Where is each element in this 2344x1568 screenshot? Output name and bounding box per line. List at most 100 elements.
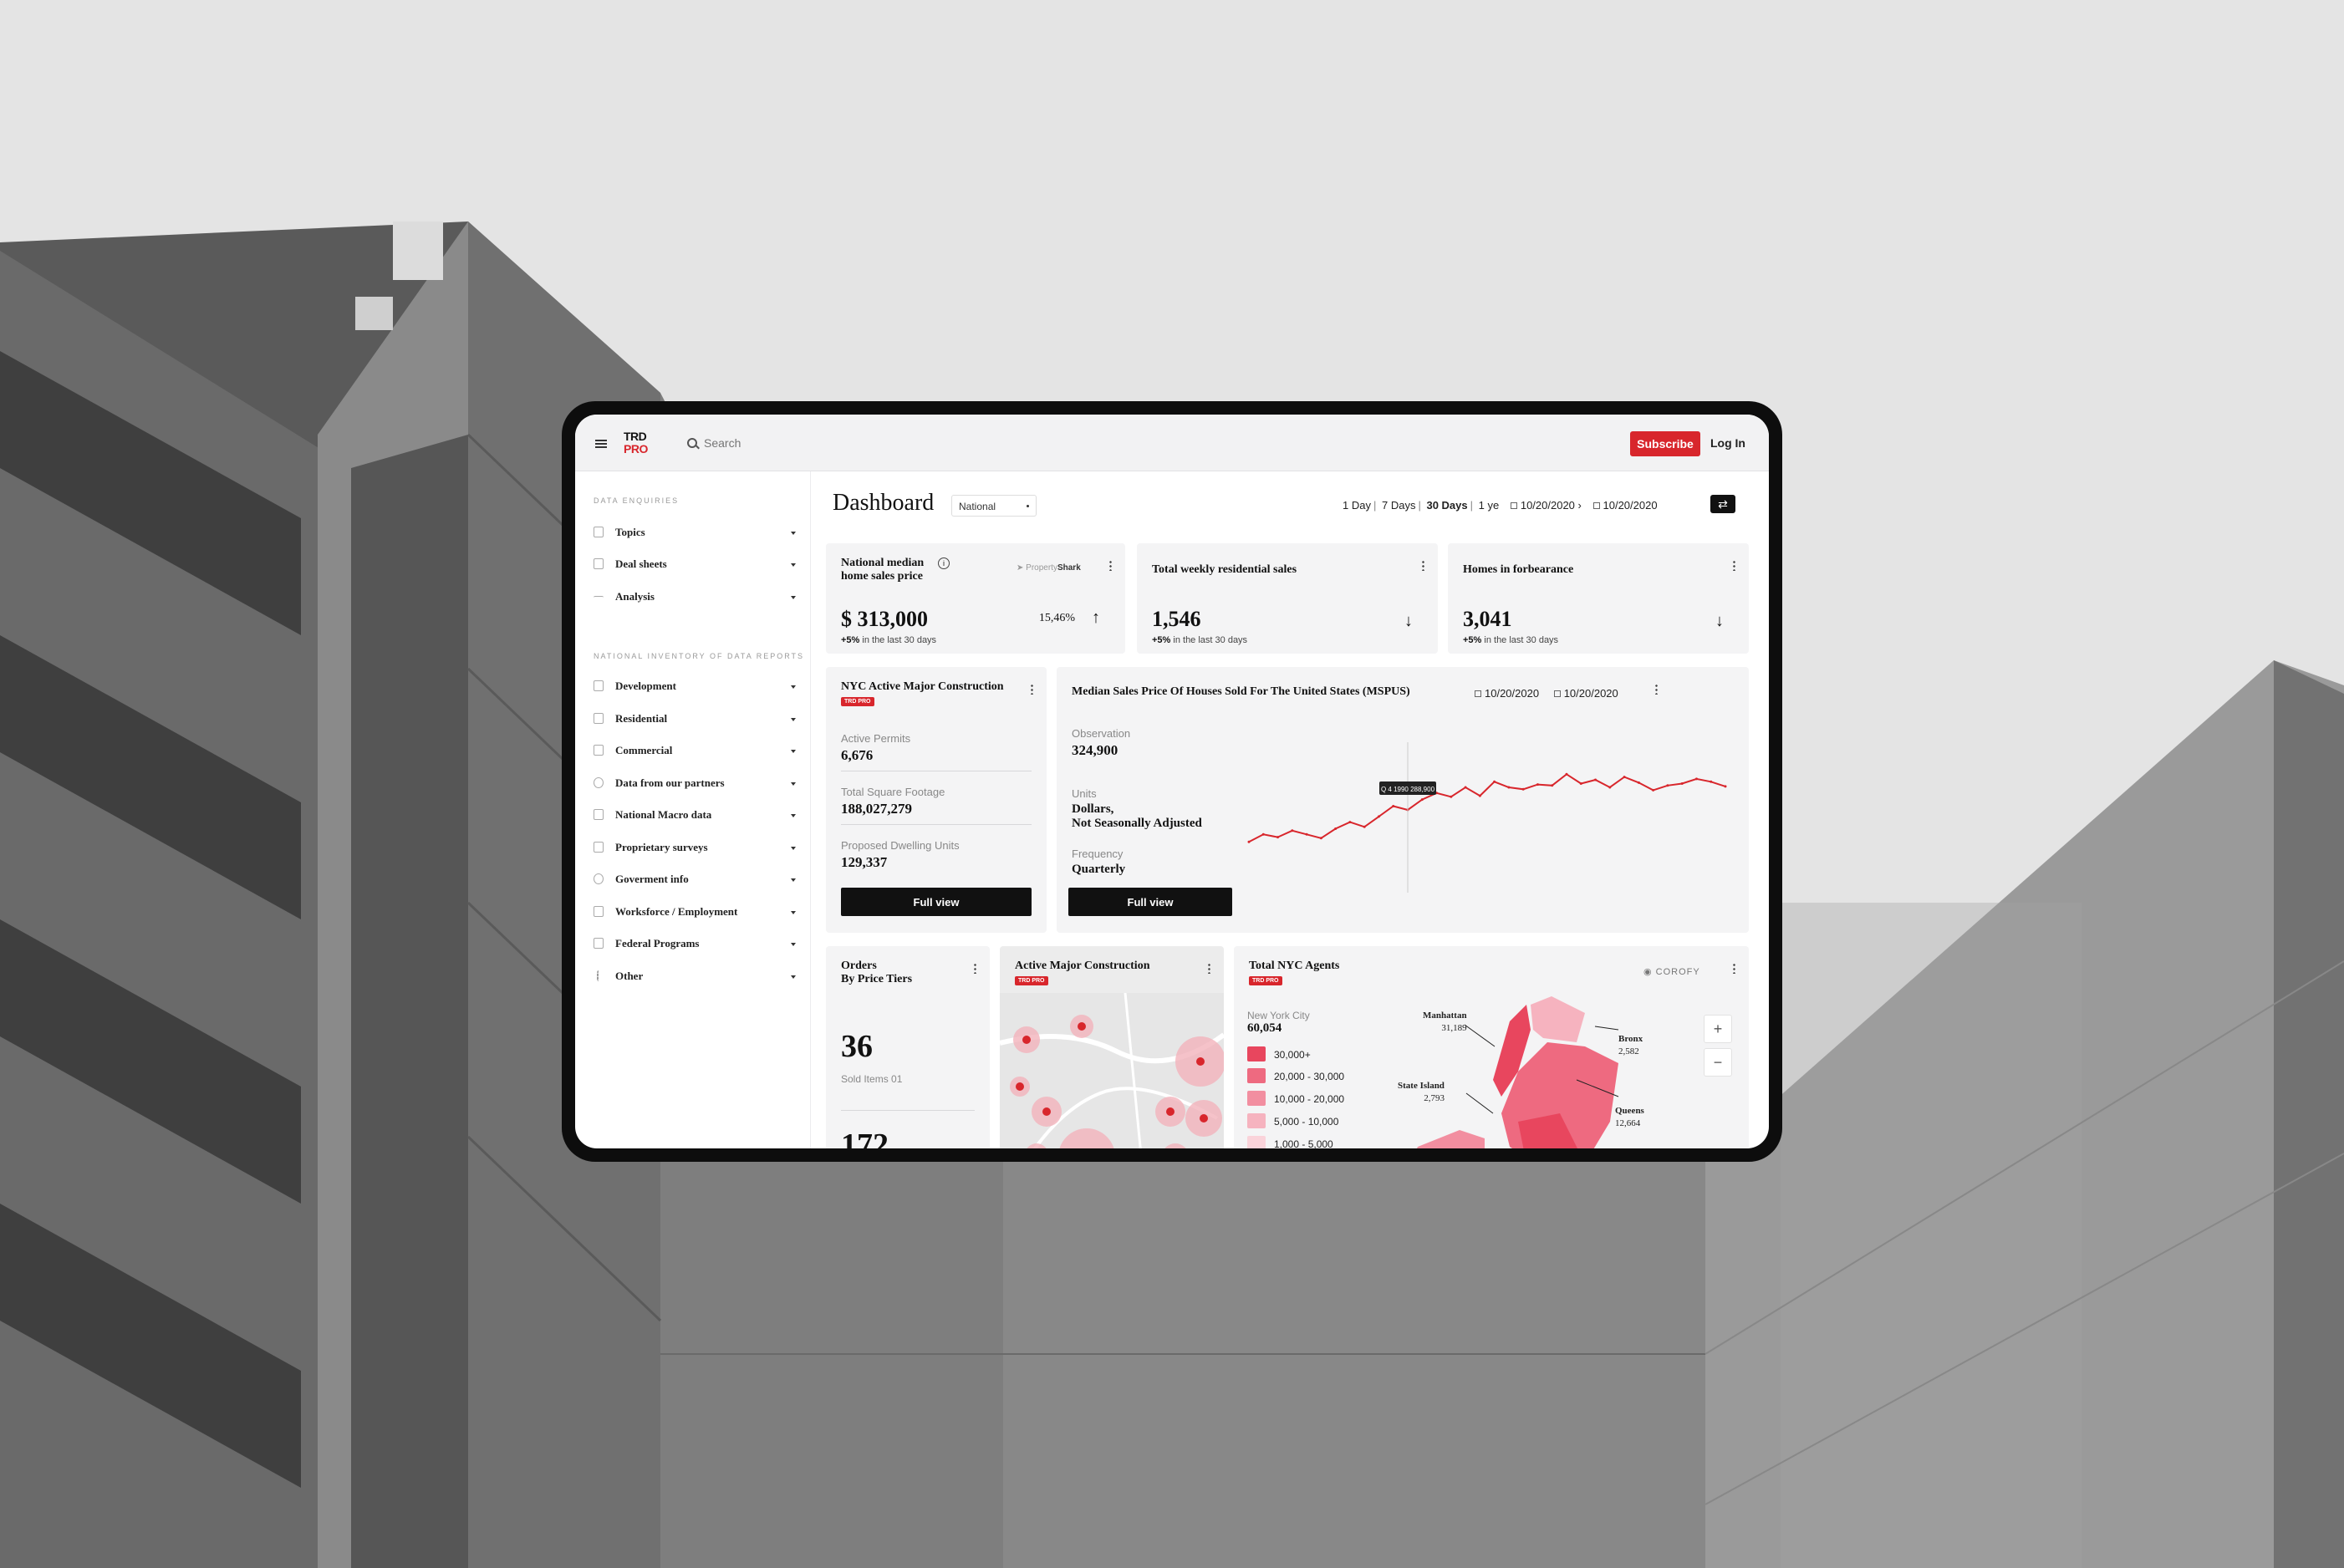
construction-map[interactable] xyxy=(1000,993,1224,1148)
range-7-days[interactable]: 7 Days xyxy=(1382,499,1415,512)
observation-value: 324,900 xyxy=(1072,742,1118,758)
sidebar-item-surveys[interactable]: Proprietary surveys xyxy=(594,838,803,858)
data-point xyxy=(1565,772,1568,776)
data-point xyxy=(1594,778,1597,781)
more-options-icon[interactable] xyxy=(1208,963,1210,974)
chevron-down-icon xyxy=(791,911,796,914)
kpi-value: 1,546 xyxy=(1152,607,1201,631)
metric-value: 6,676 xyxy=(841,747,874,763)
file-icon xyxy=(594,809,604,820)
sidebar-item-partners[interactable]: Data from our partners xyxy=(594,774,803,794)
data-point xyxy=(1305,832,1308,836)
range-1-year[interactable]: 1 ye xyxy=(1479,499,1500,512)
more-options-icon[interactable] xyxy=(1733,963,1735,974)
main-content: Dashboard National 1 Day | 7 Days | 30 Day… xyxy=(826,471,1769,1148)
chevron-down-icon xyxy=(791,750,796,753)
data-point xyxy=(1392,805,1395,807)
chevron-down-icon xyxy=(1027,505,1029,507)
range-1-day[interactable]: 1 Day xyxy=(1343,499,1371,512)
mspus-date-range[interactable]: 10/20/2020 10/20/2020 xyxy=(1475,687,1618,700)
sidebar-item-deal-sheets[interactable]: Deal sheets xyxy=(594,555,803,575)
more-options-icon[interactable] xyxy=(1109,560,1112,571)
construction-map-card: Active Major Construction TRD PRO xyxy=(1000,946,1224,1148)
sidebar-item-residential[interactable]: Residential xyxy=(594,710,803,730)
arrow-up-icon: ↑ xyxy=(1092,608,1100,627)
menu-icon[interactable] xyxy=(595,440,607,448)
frequency-value: Quarterly xyxy=(1072,863,1126,876)
data-point xyxy=(1420,798,1424,802)
more-options-icon[interactable] xyxy=(1422,560,1424,571)
corofy-logo: ◉ COROFY xyxy=(1643,967,1700,977)
kpi-delta: +5% in the last 30 days xyxy=(841,635,937,645)
brand-logo[interactable]: TRD PRO xyxy=(624,430,648,456)
trd-pro-tag: TRD PRO xyxy=(841,697,874,706)
sidebar-item-analysis[interactable]: Analysis xyxy=(594,588,803,608)
chevron-down-icon xyxy=(791,685,796,689)
more-options-icon[interactable] xyxy=(1655,684,1658,695)
date-to-picker[interactable]: 10/20/2020 xyxy=(1592,499,1658,512)
info-icon xyxy=(594,873,604,884)
zoom-out-button[interactable]: − xyxy=(1704,1048,1732,1077)
sidebar-item-macro-data[interactable]: National Macro data xyxy=(594,806,803,826)
data-point xyxy=(1261,832,1265,836)
tooltip-label: Q 4 1990 288,900 xyxy=(1381,786,1435,793)
kpi-card-median-price: National median home sales price i ➤ Prop… xyxy=(826,543,1125,654)
borough-label-bronx: Bronx 2,582 xyxy=(1618,1034,1643,1056)
borough-label-manhattan: Manhattan 31,189 xyxy=(1423,1011,1467,1033)
chevron-down-icon xyxy=(791,718,796,721)
export-button[interactable]: ⇄ xyxy=(1710,495,1735,513)
date-from-picker[interactable]: 10/20/2020 › xyxy=(1510,499,1582,512)
login-link[interactable]: Log In xyxy=(1710,436,1745,450)
calendar-icon xyxy=(1592,502,1600,509)
sidebar: DATA ENQUIRIES Topics Deal sheets Analys… xyxy=(575,471,811,1148)
arrow-down-icon: ↓ xyxy=(1404,612,1413,630)
sidebar-item-development[interactable]: Development xyxy=(594,677,803,697)
data-point xyxy=(1536,783,1539,787)
briefcase-icon xyxy=(594,906,604,917)
home-icon xyxy=(594,713,604,724)
data-point xyxy=(1464,786,1467,789)
info-icon[interactable]: i xyxy=(938,557,950,569)
calendar-icon xyxy=(1510,502,1517,509)
divider xyxy=(841,824,1032,825)
chevron-down-icon xyxy=(791,814,796,817)
sidebar-item-other[interactable]: Other xyxy=(594,967,803,987)
pulse-icon xyxy=(594,596,604,601)
metric-value: 129,337 xyxy=(841,854,888,870)
more-options-icon[interactable] xyxy=(1031,684,1033,695)
sidebar-item-government[interactable]: Goverment info xyxy=(594,870,803,890)
data-point xyxy=(1363,825,1366,828)
card-title: National median home sales price xyxy=(841,557,925,583)
kpi-delta: +5% in the last 30 days xyxy=(1152,635,1248,645)
data-point xyxy=(1521,787,1525,791)
subscribe-button[interactable]: Subscribe xyxy=(1630,431,1700,456)
kpi-card-weekly-sales: Total weekly residential sales 1,546 ↓ +… xyxy=(1137,543,1438,654)
more-options-icon[interactable] xyxy=(974,963,976,974)
sidebar-item-commercial[interactable]: Commercial xyxy=(594,741,803,761)
more-options-icon[interactable] xyxy=(1733,560,1735,571)
region-select[interactable]: National xyxy=(951,495,1037,517)
chevron-down-icon xyxy=(791,847,796,850)
full-view-button[interactable]: Full view xyxy=(841,888,1032,916)
box-icon xyxy=(594,680,604,691)
sidebar-item-topics[interactable]: Topics xyxy=(594,523,803,543)
arrow-down-icon: ↓ xyxy=(1715,612,1724,630)
full-view-button[interactable]: Full view xyxy=(1068,888,1232,916)
divider xyxy=(841,1110,975,1111)
survey-icon xyxy=(594,842,604,853)
card-title: Total weekly residential sales xyxy=(1152,563,1297,576)
borough-label-staten-island: State Island 2,793 xyxy=(1398,1081,1445,1103)
chevron-down-icon xyxy=(791,782,796,786)
units-value: Dollars, Not Seasonally Adjusted xyxy=(1072,802,1202,830)
time-range-bar: 1 Day | 7 Days | 30 Days | 1 ye 10/20/2020 … xyxy=(1343,499,1658,512)
orders-value-2: 172 xyxy=(841,1128,889,1148)
sidebar-item-federal[interactable]: Federal Programs xyxy=(594,934,803,955)
sidebar-item-workforce[interactable]: Worksforce / Employment xyxy=(594,903,803,923)
zoom-in-button[interactable]: + xyxy=(1704,1015,1732,1043)
data-point xyxy=(1348,821,1352,824)
search-input[interactable] xyxy=(704,433,955,453)
range-30-days[interactable]: 30 Days xyxy=(1426,499,1467,512)
data-point xyxy=(1680,782,1684,785)
chevron-down-icon xyxy=(791,532,796,535)
data-point xyxy=(1652,788,1655,792)
